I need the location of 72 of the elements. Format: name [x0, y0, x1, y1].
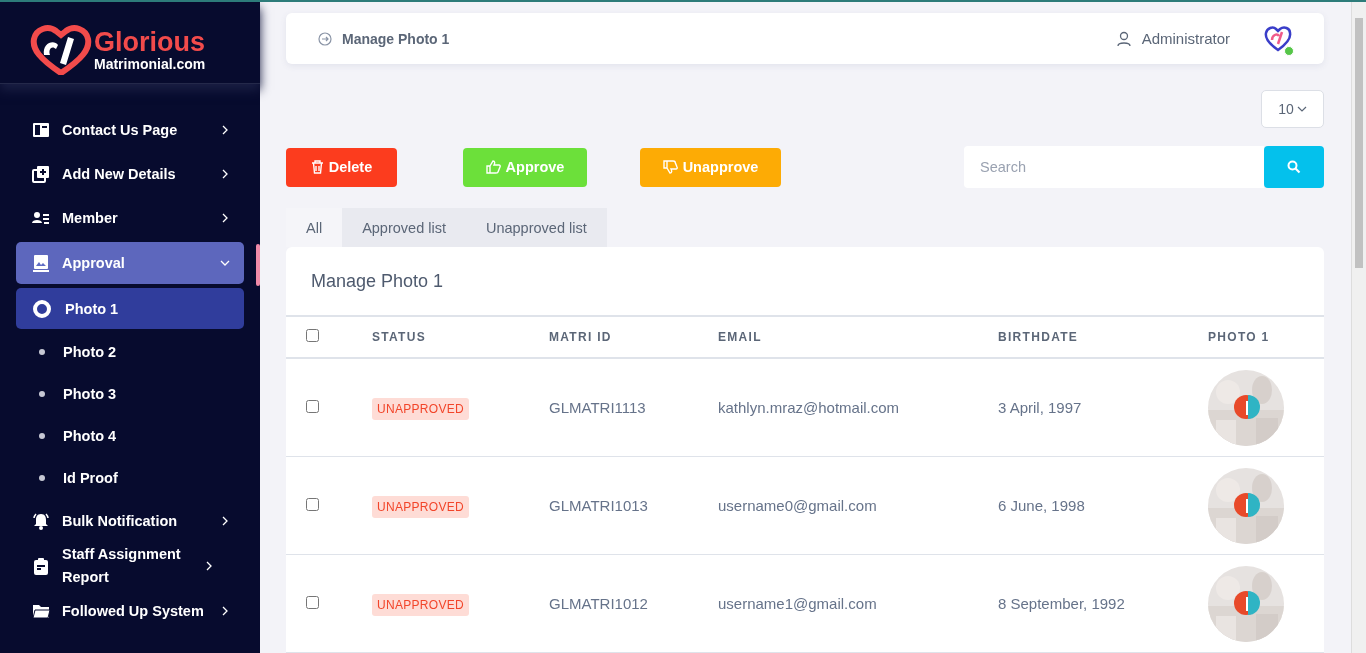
bullet-icon	[39, 391, 45, 397]
card-title: Manage Photo 1	[286, 247, 1324, 317]
submenu-item[interactable]: Id Proof	[16, 457, 244, 499]
bell-icon	[32, 512, 50, 530]
column-header: STATUS	[372, 330, 427, 344]
bullet-icon	[39, 349, 45, 355]
table-cell: GLMATRI1013	[549, 497, 648, 514]
page-size-select[interactable]: 10	[1261, 90, 1324, 128]
tab[interactable]: All	[286, 208, 343, 247]
chevron-right-icon	[220, 516, 230, 526]
status-badge: UNAPPROVED	[372, 594, 470, 616]
row-checkbox[interactable]	[306, 498, 319, 511]
delete-button[interactable]: Delete	[286, 147, 397, 187]
table-cell: username0@gmail.com	[718, 497, 877, 514]
sidebar-edge-marker	[256, 244, 260, 286]
sidebar-item[interactable]: Member	[16, 196, 244, 240]
sidebar-item[interactable]: Contact Us Page	[16, 108, 244, 152]
table-cell: kathlyn.mraz@hotmail.com	[718, 399, 900, 416]
table-cell: username1@gmail.com	[718, 595, 877, 612]
table-cell: 8 September, 1992	[998, 595, 1125, 612]
table-cell: 6 June, 1998	[998, 497, 1085, 514]
column-header: PHOTO 1	[1208, 330, 1270, 344]
folder-icon	[32, 602, 50, 620]
contact-icon	[32, 121, 50, 139]
submenu-item[interactable]: Photo 4	[16, 415, 244, 457]
column-header: EMAIL	[718, 330, 762, 344]
chevron-down-icon	[1296, 105, 1307, 113]
member-icon	[32, 209, 50, 227]
thumbs-down-icon	[662, 160, 678, 174]
image-icon	[32, 254, 50, 272]
user-icon	[1115, 30, 1132, 47]
sidebar-item[interactable]: Add New Details	[16, 152, 244, 196]
chevron-down-icon	[220, 258, 230, 268]
thumbs-up-icon	[485, 160, 501, 174]
select-all-checkbox[interactable]	[306, 329, 319, 342]
column-header: BIRTHDATE	[998, 330, 1079, 344]
table-cell: GLMATRI1113	[549, 399, 646, 416]
table-cell: GLMATRI1012	[549, 595, 648, 612]
radio-ring-icon	[33, 299, 51, 318]
add-icon	[32, 165, 50, 183]
scrollbar[interactable]	[1351, 2, 1366, 653]
submenu-item[interactable]: Photo 2	[16, 331, 244, 373]
breadcrumb: Manage Photo 1	[342, 30, 450, 47]
chevron-right-icon	[204, 561, 214, 571]
chevron-right-icon	[220, 169, 230, 179]
row-checkbox[interactable]	[306, 596, 319, 609]
submenu-item[interactable]: Photo 1	[16, 288, 244, 329]
status-badge: UNAPPROVED	[372, 398, 470, 420]
logo-domain: Matrimonial.com	[94, 56, 206, 71]
sidebar-item[interactable]: Bulk Notification	[16, 499, 244, 543]
chevron-right-icon	[220, 606, 230, 616]
row-checkbox[interactable]	[306, 400, 319, 413]
bullet-icon	[39, 433, 45, 439]
table-cell: 3 April, 1997	[998, 399, 1082, 416]
heart-logo-icon	[30, 24, 92, 75]
submenu-item[interactable]: Photo 3	[16, 373, 244, 415]
chevron-right-icon	[220, 213, 230, 223]
column-header: MATRI ID	[549, 330, 612, 344]
sidebar-item[interactable]: Staff Assignment Report	[16, 543, 244, 589]
bullet-icon	[39, 475, 45, 481]
arrow-circle-icon	[318, 31, 332, 46]
search-field[interactable]: Search	[964, 146, 1264, 188]
user-name[interactable]: Administrator	[1141, 30, 1230, 47]
trash-icon	[310, 160, 324, 174]
chevron-right-icon	[220, 125, 230, 135]
logo-name: Glorious	[94, 28, 206, 56]
search-icon	[1287, 160, 1301, 174]
avatar-logo-icon[interactable]	[1264, 25, 1292, 52]
sidebar-item[interactable]: Followed Up System	[16, 589, 244, 633]
sidebar-item[interactable]: Approval	[16, 242, 244, 284]
clipboard-icon	[32, 557, 50, 575]
status-badge: UNAPPROVED	[372, 496, 470, 518]
